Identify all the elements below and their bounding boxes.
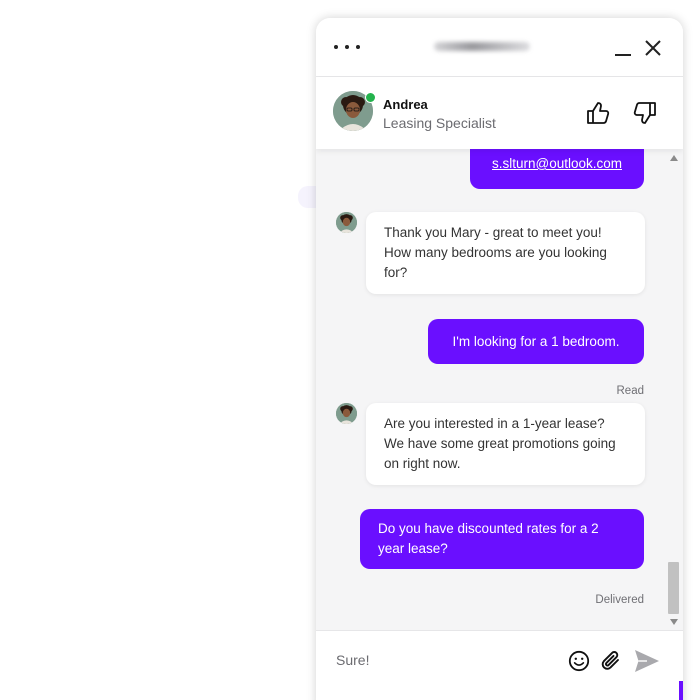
scroll-thumb[interactable] [668, 562, 679, 614]
message-status: Read [616, 385, 645, 397]
agent-message: Are you interested in a 1-year lease? We… [366, 403, 645, 485]
scroll-down-icon[interactable] [670, 619, 678, 625]
accent-strip [679, 681, 683, 700]
chat-widget: Andrea Leasing Specialist s.slturn@outlo… [316, 18, 683, 700]
smiley-icon[interactable] [568, 650, 590, 672]
agent-name: Andrea [383, 97, 428, 112]
message-scrollbar[interactable] [665, 149, 683, 629]
user-message: I'm looking for a 1 bedroom. [428, 319, 644, 364]
email-link[interactable]: s.slturn@outlook.com [492, 154, 622, 174]
chat-titlebar [316, 18, 683, 77]
agent-message: Thank you Mary - great to meet you! How … [366, 212, 645, 294]
user-message: Do you have discounted rates for a 2 yea… [360, 509, 644, 569]
message-list[interactable]: s.slturn@outlook.com Thank you Mary - gr… [316, 149, 665, 629]
user-message: s.slturn@outlook.com [470, 149, 644, 189]
online-status-dot [365, 92, 376, 103]
blurred-title [434, 42, 530, 51]
page: Andrea Leasing Specialist s.slturn@outlo… [0, 0, 700, 700]
thumbs-down-icon[interactable] [631, 99, 659, 127]
message-status: Delivered [595, 594, 644, 606]
close-icon[interactable] [642, 37, 664, 59]
scroll-up-icon[interactable] [670, 155, 678, 161]
thumbs-up-icon[interactable] [584, 99, 612, 127]
agent-role: Leasing Specialist [383, 115, 496, 131]
more-options-icon[interactable] [334, 36, 360, 58]
agent-mini-avatar [336, 212, 357, 233]
minimize-icon[interactable] [613, 40, 633, 60]
agent-header: Andrea Leasing Specialist [316, 77, 683, 149]
send-icon[interactable] [633, 648, 661, 674]
agent-mini-avatar [336, 403, 357, 424]
paperclip-icon[interactable] [599, 649, 623, 673]
message-input[interactable] [336, 647, 556, 673]
message-composer [316, 630, 683, 700]
